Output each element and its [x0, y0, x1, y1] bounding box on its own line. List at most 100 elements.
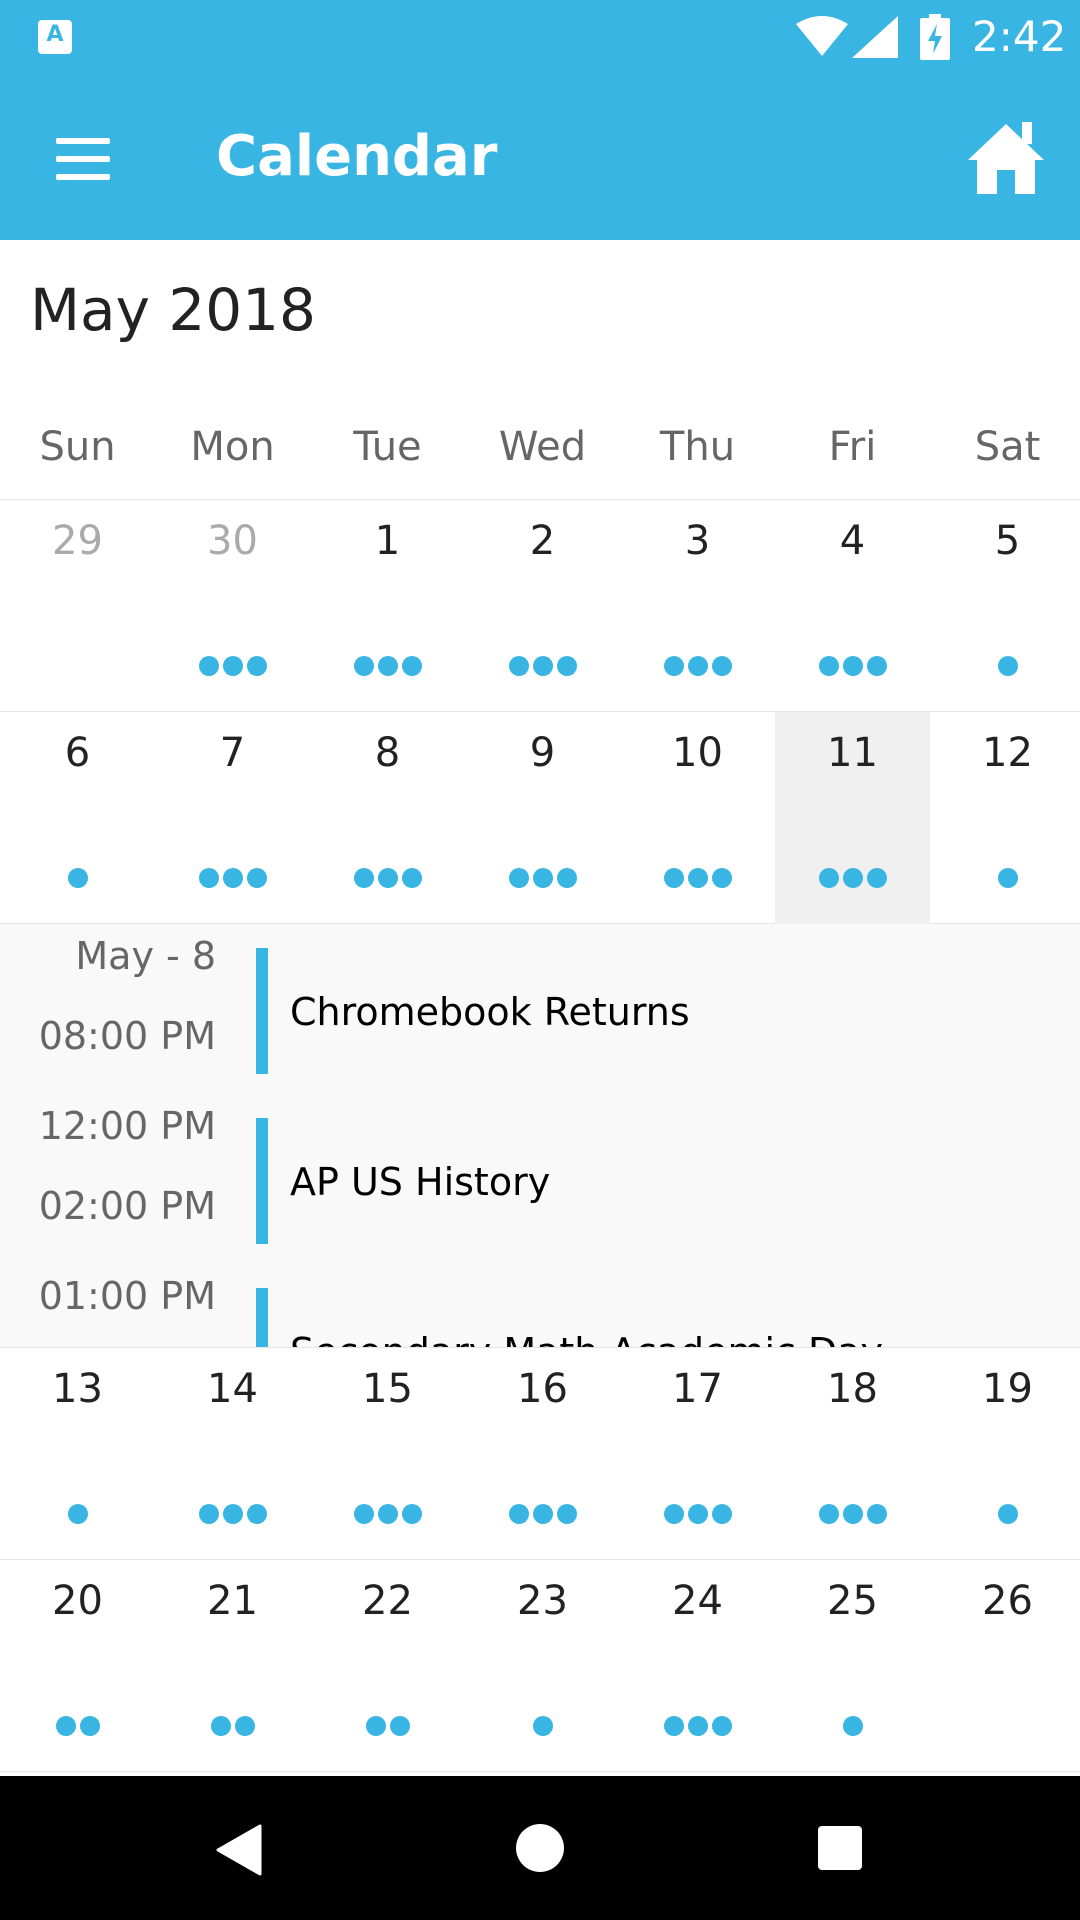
calendar-day[interactable]: 4 — [775, 500, 930, 712]
event-dots — [775, 868, 930, 892]
weekday-header: Sun Mon Tue Wed Thu Fri Sat — [0, 412, 1080, 500]
app-bar: Calendar — [0, 80, 1080, 240]
event-dot — [246, 656, 267, 676]
calendar-day[interactable]: 22 — [310, 1560, 465, 1772]
calendar-day[interactable]: 15 — [310, 1348, 465, 1560]
calendar-week-row: 6 7 8 9 10 11 12 — [0, 712, 1080, 924]
event-dot — [508, 1504, 529, 1524]
event-dot — [508, 868, 529, 888]
event-dot — [532, 656, 553, 676]
calendar-day[interactable]: 24 — [620, 1560, 775, 1772]
event-dots — [0, 1504, 155, 1528]
calendar-day[interactable]: 30 — [155, 500, 310, 712]
event-dot — [556, 868, 577, 888]
calendar-day[interactable]: 3 — [620, 500, 775, 712]
event-dot — [401, 1504, 422, 1524]
event-dots — [155, 1716, 310, 1740]
recent-apps-icon[interactable] — [818, 1826, 862, 1870]
event-dot — [556, 656, 577, 676]
event-dot — [687, 1716, 708, 1736]
event-item[interactable]: May - 8 08:00 PM Chromebook Returns — [0, 924, 1080, 1074]
event-item[interactable]: 12:00 PM 02:00 PM AP US History — [0, 1094, 1080, 1244]
hamburger-menu-icon[interactable] — [52, 130, 116, 190]
calendar-day[interactable]: 29 — [0, 500, 155, 712]
event-end-time: 08:00 PM — [38, 1014, 216, 1058]
calendar-day[interactable]: 14 — [155, 1348, 310, 1560]
event-dots — [310, 868, 465, 892]
calendar-day[interactable]: 2 — [465, 500, 620, 712]
day-number: 7 — [219, 730, 246, 776]
event-dot — [866, 868, 887, 888]
home-circle-icon[interactable] — [516, 1824, 564, 1872]
calendar-day[interactable]: 26 — [930, 1560, 1080, 1772]
event-dot — [818, 656, 839, 676]
day-number: 2 — [529, 518, 556, 564]
event-dots — [930, 1716, 1080, 1740]
calendar-day[interactable]: 11 — [775, 712, 930, 924]
day-number: 11 — [827, 730, 878, 776]
event-dot — [67, 1504, 88, 1524]
calendar-day[interactable]: 6 — [0, 712, 155, 924]
home-icon[interactable] — [964, 118, 1048, 202]
weekday-fri: Fri — [828, 424, 877, 470]
event-dot — [401, 656, 422, 676]
calendar-day[interactable]: 13 — [0, 1348, 155, 1560]
day-number: 19 — [982, 1366, 1033, 1412]
event-dot — [663, 656, 684, 676]
day-number: 20 — [52, 1578, 103, 1624]
calendar-day[interactable]: 1 — [310, 500, 465, 712]
event-dots — [620, 656, 775, 680]
calendar-day[interactable]: 8 — [310, 712, 465, 924]
event-dot — [234, 1716, 255, 1736]
event-dots — [155, 656, 310, 680]
calendar-day[interactable]: 20 — [0, 1560, 155, 1772]
calendar-day[interactable]: 18 — [775, 1348, 930, 1560]
event-dots — [0, 656, 155, 680]
event-dot — [222, 868, 243, 888]
status-bar: A 2:42 — [0, 0, 1080, 80]
event-dot — [353, 656, 374, 676]
event-dots — [775, 656, 930, 680]
calendar-day[interactable]: 23 — [465, 1560, 620, 1772]
event-dot — [687, 1504, 708, 1524]
event-dot — [55, 1716, 76, 1736]
event-dot — [210, 1716, 231, 1736]
event-dots — [930, 868, 1080, 892]
event-dots — [620, 1504, 775, 1528]
event-dot — [711, 656, 732, 676]
calendar-day[interactable]: 17 — [620, 1348, 775, 1560]
event-title: Secondary Math Academic Day — [290, 1330, 883, 1347]
page-title: Calendar — [216, 124, 498, 189]
event-dot — [556, 1504, 577, 1524]
event-dot — [377, 868, 398, 888]
calendar-day[interactable]: 25 — [775, 1560, 930, 1772]
event-accent-bar — [256, 948, 268, 1074]
back-icon[interactable] — [216, 1824, 262, 1876]
day-number: 30 — [207, 518, 258, 564]
event-dots — [0, 1716, 155, 1740]
signal-icon — [852, 16, 898, 58]
day-number: 22 — [362, 1578, 413, 1624]
calendar-day[interactable]: 12 — [930, 712, 1080, 924]
day-number: 23 — [517, 1578, 568, 1624]
event-dot — [389, 1716, 410, 1736]
event-dot — [687, 868, 708, 888]
calendar-day[interactable]: 5 — [930, 500, 1080, 712]
calendar-day[interactable]: 7 — [155, 712, 310, 924]
event-dots — [465, 868, 620, 892]
day-number: 15 — [362, 1366, 413, 1412]
calendar-day[interactable]: 9 — [465, 712, 620, 924]
day-number: 25 — [827, 1578, 878, 1624]
calendar-day[interactable]: 16 — [465, 1348, 620, 1560]
calendar-day[interactable]: 19 — [930, 1348, 1080, 1560]
calendar-day[interactable]: 10 — [620, 712, 775, 924]
event-dots — [310, 1504, 465, 1528]
calendar-day[interactable]: 21 — [155, 1560, 310, 1772]
event-dots — [620, 868, 775, 892]
event-dots — [930, 1504, 1080, 1528]
day-number: 6 — [64, 730, 91, 776]
day-number: 1 — [374, 518, 401, 564]
event-accent-bar — [256, 1118, 268, 1244]
calendar-week-row: 29 30 1 2 3 4 5 — [0, 500, 1080, 712]
event-item[interactable]: 01:00 PM Secondary Math Academic Day — [0, 1264, 1080, 1347]
